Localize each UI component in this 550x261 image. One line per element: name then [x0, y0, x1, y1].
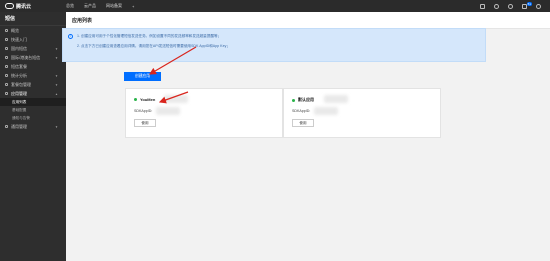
sms-icon	[5, 47, 8, 50]
sidebar-item-sms-package[interactable]: 短信套餐	[0, 62, 66, 71]
box-icon	[5, 83, 8, 86]
redacted-blur	[314, 107, 338, 115]
app-name: 默认应用	[298, 97, 314, 102]
notice-line-1: 1. 创建应用可用于个性化管理短信发送任务。例如设置不同的发送频率和发送超量提醒…	[77, 34, 222, 38]
app-card[interactable]: 默认应用 SDKAppID: 使用	[283, 88, 441, 138]
nav-overview[interactable]: 总览	[66, 3, 74, 9]
chevron-up-icon: ▲	[55, 91, 58, 96]
cloud-icon	[5, 3, 14, 9]
create-app-button[interactable]: 创建应用	[124, 72, 161, 81]
sidebar-item-label: 概览	[11, 27, 19, 33]
chevron-down-icon: ▼	[55, 46, 58, 51]
status-dot	[134, 98, 137, 101]
top-nav: 总览 云产品 网站备案 +	[66, 3, 134, 9]
notice-line-2: 2. 点击下方已创建应用查看应用详情。请用您在API发送短信时需要使用SDK A…	[77, 44, 230, 48]
app-card-title: YouMen	[134, 97, 155, 102]
sidebar-item-package-management[interactable]: 套餐包管理 ▼	[0, 80, 66, 89]
sidebar-item-label: 通用管理	[11, 123, 27, 129]
chevron-down-icon: ▼	[55, 55, 58, 60]
sidebar-item-general-management[interactable]: 通用管理 ▼	[0, 122, 66, 131]
quickstart-icon	[5, 38, 8, 41]
avatar[interactable]	[536, 3, 541, 9]
top-right-tools: 51	[480, 1, 550, 9]
sidebar-item-label: 国内短信	[11, 45, 27, 51]
package-icon	[5, 65, 8, 68]
sidebar-sub-basic-config[interactable]: 基础配置	[0, 106, 66, 114]
message-count-badge: 51	[526, 1, 532, 6]
sidebar-item-label: 统计分析	[11, 72, 27, 78]
mail-icon[interactable]: 51	[522, 1, 532, 9]
sidebar-title: 短信	[0, 12, 66, 26]
clock-icon[interactable]	[508, 3, 513, 9]
sidebar-item-app-management[interactable]: 应用管理 ▲	[0, 89, 66, 98]
add-shortcut-icon[interactable]: +	[132, 4, 134, 9]
sdk-appid-label: SDKAppID:	[292, 109, 311, 113]
sidebar-item-label: 短信套餐	[11, 63, 27, 69]
top-bar: 腾讯云 总览 云产品 网站备案 + 51	[0, 0, 550, 12]
info-icon: i	[68, 34, 73, 39]
redacted-blur	[324, 95, 348, 103]
sidebar-item-label: 应用管理	[11, 90, 27, 96]
chart-icon	[5, 74, 8, 77]
sidebar-item-label: 套餐包管理	[11, 81, 31, 87]
sidebar-item-label: 国际/港澳台短信	[11, 54, 41, 60]
chevron-down-icon: ▼	[55, 73, 58, 78]
page-title: 应用列表	[66, 12, 550, 29]
redacted-blur	[164, 95, 188, 103]
brand-name: 腾讯云	[16, 3, 32, 10]
chevron-down-icon: ▼	[55, 124, 58, 129]
sdk-appid-label: SDKAppID:	[134, 109, 153, 113]
settings-icon	[5, 125, 8, 128]
sidebar-item-domestic-sms[interactable]: 国内短信 ▼	[0, 44, 66, 53]
app-card-title: 默认应用	[292, 97, 314, 103]
sidebar-item-statistics[interactable]: 统计分析 ▼	[0, 71, 66, 80]
nav-beian[interactable]: 网站备案	[106, 3, 122, 9]
chevron-down-icon: ▼	[55, 82, 58, 87]
sidebar-sub-alerts[interactable]: 通知与告警	[0, 114, 66, 122]
redacted-blur	[156, 107, 180, 115]
status-dot	[292, 98, 295, 102]
grid-icon[interactable]	[480, 3, 485, 9]
sidebar-item-intl-sms[interactable]: 国际/港澳台短信 ▼	[0, 53, 66, 62]
sidebar-sub-app-list[interactable]: 应用列表	[0, 98, 66, 106]
app-name: YouMen	[140, 97, 156, 102]
nav-products[interactable]: 云产品	[84, 3, 96, 9]
sidebar-item-quickstart[interactable]: 快速入门	[0, 35, 66, 44]
sidebar-item-overview[interactable]: 概览	[0, 26, 66, 35]
help-icon[interactable]	[494, 3, 499, 9]
app-icon	[5, 92, 8, 95]
app-card[interactable]: YouMen SDKAppID: 使用	[125, 88, 283, 138]
overview-icon	[5, 29, 8, 32]
sidebar: 短信 概览 快速入门 国内短信 ▼ 国际/港澳台短信 ▼ 短信套餐 统计分析 ▼…	[0, 12, 66, 261]
use-app-button[interactable]: 使用	[134, 119, 156, 127]
brand-logo[interactable]: 腾讯云	[0, 3, 66, 10]
globe-icon	[5, 56, 8, 59]
use-app-button[interactable]: 使用	[292, 119, 314, 127]
info-notice: i 1. 创建应用可用于个性化管理短信发送任务。例如设置不同的发送频率和发送超量…	[62, 28, 486, 62]
sidebar-item-label: 快速入门	[11, 36, 27, 42]
